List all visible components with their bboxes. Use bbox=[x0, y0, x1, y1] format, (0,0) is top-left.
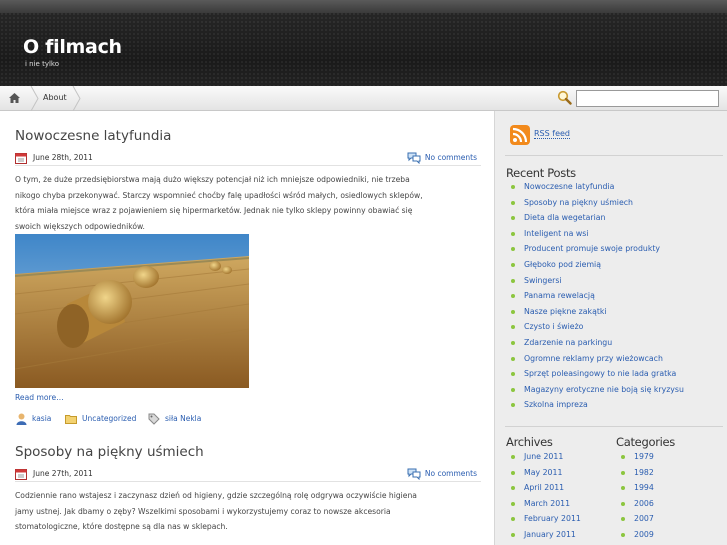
post-comments-link[interactable]: No comments bbox=[425, 469, 477, 478]
archive-item[interactable]: March 2011 bbox=[508, 499, 581, 515]
recent-post-item[interactable]: Producent promuje swoje produkty bbox=[508, 244, 684, 260]
sidebar: RSS feed Recent Posts Nowoczesne latyfun… bbox=[494, 111, 727, 545]
archives-title: Archives bbox=[506, 435, 553, 449]
rss-icon[interactable] bbox=[510, 125, 530, 145]
archives-list: June 2011 May 2011 April 2011 March 2011… bbox=[508, 452, 581, 545]
excerpt-line: swoich większych odpowiedników. bbox=[15, 221, 145, 231]
nav-separator bbox=[30, 86, 39, 111]
post-meta: June 28th, 2011 No comments bbox=[15, 152, 481, 166]
post: Nowoczesne latyfundia bbox=[15, 128, 481, 144]
tag-icon bbox=[148, 413, 160, 425]
post-date: June 27th, 2011 bbox=[33, 469, 93, 478]
categories-list: 1979 1982 1994 2006 2007 2009 bbox=[618, 452, 654, 545]
calendar-icon bbox=[15, 469, 27, 480]
recent-post-item[interactable]: Nowoczesne latyfundia bbox=[508, 182, 684, 198]
archive-item[interactable]: January 2011 bbox=[508, 530, 581, 545]
recent-post-item[interactable]: Głęboko pod ziemią bbox=[508, 260, 684, 276]
post-comments-link[interactable]: No comments bbox=[425, 153, 477, 162]
divider bbox=[505, 155, 723, 156]
archive-item[interactable]: June 2011 bbox=[508, 452, 581, 468]
excerpt-line: nikogo chyba przekonywać. Starczy wspomn… bbox=[15, 190, 423, 200]
recent-post-item[interactable]: Inteligent na wsi bbox=[508, 229, 684, 245]
excerpt-line: O tym, że duże przedsiębiorstwa mają duż… bbox=[15, 175, 410, 184]
post-date: June 28th, 2011 bbox=[33, 153, 93, 162]
recent-post-item[interactable]: Nasze piękne zakątki bbox=[508, 307, 684, 323]
post-footer-meta: kasia Uncategorized siła Nekla bbox=[15, 413, 481, 427]
recent-post-item[interactable]: Czysto i świeżo bbox=[508, 322, 684, 338]
recent-post-item[interactable]: Szkolna impreza bbox=[508, 400, 684, 416]
post-title[interactable]: Nowoczesne latyfundia bbox=[15, 128, 481, 144]
category-item[interactable]: 1982 bbox=[618, 468, 654, 484]
search-icon[interactable] bbox=[557, 90, 572, 105]
recent-posts-title: Recent Posts bbox=[506, 166, 576, 180]
category-item[interactable]: 1994 bbox=[618, 483, 654, 499]
recent-post-item[interactable]: Sprzęt poleasingowy to nie lada gratka bbox=[508, 369, 684, 385]
comment-icon bbox=[407, 468, 421, 480]
nav-separator bbox=[72, 86, 81, 111]
recent-post-item[interactable]: Magazyny erotyczne nie boją się kryzysu bbox=[508, 385, 684, 401]
excerpt-line: która miała miejsce wraz z pojawieniem s… bbox=[15, 206, 413, 216]
user-icon bbox=[16, 413, 27, 425]
archive-item[interactable]: May 2011 bbox=[508, 468, 581, 484]
folder-icon bbox=[65, 415, 77, 424]
post-excerpt: O tym, że duże przedsiębiorstwa mają duż… bbox=[15, 172, 477, 234]
recent-post-item[interactable]: Ogromne reklamy przy wieżowcach bbox=[508, 354, 684, 370]
categories-title: Categories bbox=[616, 435, 675, 449]
post-title[interactable]: Sposoby na piękny uśmiech bbox=[15, 444, 481, 460]
category-item[interactable]: 2007 bbox=[618, 514, 654, 530]
site-title[interactable]: O filmach bbox=[23, 36, 122, 58]
hay-bales-image[interactable] bbox=[15, 234, 249, 388]
excerpt-line: Codziennie rano wstajesz i zaczynasz dzi… bbox=[15, 491, 417, 500]
post-excerpt: Codziennie rano wstajesz i zaczynasz dzi… bbox=[15, 488, 477, 535]
post-author[interactable]: kasia bbox=[32, 414, 51, 423]
category-item[interactable]: 1979 bbox=[618, 452, 654, 468]
site-header: O filmach i nie tylko bbox=[0, 0, 727, 86]
archive-item[interactable]: February 2011 bbox=[508, 514, 581, 530]
recent-posts-list: Nowoczesne latyfundia Sposoby na piękny … bbox=[508, 182, 684, 416]
post-tag[interactable]: siła Nekla bbox=[165, 414, 201, 423]
category-item[interactable]: 2006 bbox=[618, 499, 654, 515]
search-input[interactable] bbox=[576, 90, 719, 107]
excerpt-line: jamy ustnej. Jak dbamy o zęby? Wszelkimi… bbox=[15, 506, 391, 516]
recent-post-item[interactable]: Dieta dla wegetarian bbox=[508, 213, 684, 229]
excerpt-line: stomatologiczne, które dostępne są dla n… bbox=[15, 522, 228, 532]
post-category[interactable]: Uncategorized bbox=[82, 414, 136, 423]
post-meta: June 27th, 2011 No comments bbox=[15, 468, 481, 482]
comment-icon bbox=[407, 152, 421, 164]
archive-item[interactable]: April 2011 bbox=[508, 483, 581, 499]
calendar-icon bbox=[15, 153, 27, 164]
site-description: i nie tylko bbox=[25, 60, 60, 68]
recent-post-item[interactable]: Panama rewelacją bbox=[508, 291, 684, 307]
home-icon bbox=[9, 93, 20, 103]
divider bbox=[505, 426, 723, 427]
read-more-link[interactable]: Read more… bbox=[15, 393, 64, 402]
recent-post-item[interactable]: Zdarzenie na parkingu bbox=[508, 338, 684, 354]
recent-post-item[interactable]: Sposoby na piękny uśmiech bbox=[508, 198, 684, 214]
nav-item-about[interactable]: About bbox=[43, 93, 67, 102]
post: Sposoby na piękny uśmiech bbox=[15, 444, 481, 460]
rss-feed-link[interactable]: RSS feed bbox=[534, 129, 570, 139]
home-button[interactable] bbox=[0, 86, 32, 111]
main-content: Nowoczesne latyfundia June 28th, 2011 No… bbox=[0, 111, 494, 545]
category-item[interactable]: 2009 bbox=[618, 530, 654, 545]
recent-post-item[interactable]: Swingersi bbox=[508, 276, 684, 292]
page: { "site": { "title": "O filmach", "descr… bbox=[0, 0, 727, 545]
